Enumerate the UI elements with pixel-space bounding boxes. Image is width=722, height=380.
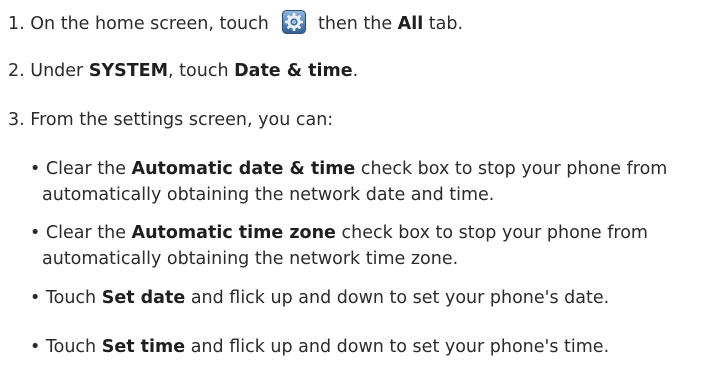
bullet-4-text-rest: and flick up and down to set your phone'… [190, 337, 610, 357]
bullet-3-text-rest: and flick up and down to set your phone'… [190, 288, 610, 308]
step-2-text: Under [30, 61, 84, 81]
bullet-marker: • [30, 337, 41, 357]
bullet-marker: • [30, 159, 41, 179]
bullet-item-4: • Touch Set time and flick up and down t… [30, 335, 609, 359]
system-section-label: SYSTEM [88, 61, 169, 81]
step-2-number: 2. [8, 61, 25, 81]
instruction-page: 1. On the home screen, touch then the Al… [0, 0, 722, 380]
settings-gear-icon [282, 10, 307, 34]
bullet-item-1-continuation: automatically obtaining the network date… [42, 185, 495, 205]
bullet-item-2-continuation: automatically obtaining the network time… [42, 249, 459, 269]
step-3-text: From the settings screen, you can: [30, 110, 334, 130]
step-2: 2. Under SYSTEM, touch Date & time. [8, 59, 358, 83]
step-2-text-touch: , touch [168, 61, 229, 81]
automatic-time-zone-label: Automatic time zone [131, 223, 336, 243]
bullet-1-text: Clear the [45, 159, 126, 179]
date-time-setting-label: Date & time [234, 61, 353, 81]
step-1: 1. On the home screen, touch then the Al… [8, 10, 463, 36]
bullet-marker: • [30, 223, 41, 243]
bullet-2-text-rest: check box to stop your phone from [341, 223, 648, 243]
all-tab-label: All [397, 14, 424, 34]
set-date-label: Set date [101, 288, 186, 308]
bullet-item-3: • Touch Set date and flick up and down t… [30, 286, 609, 310]
step-1-text-end: tab. [428, 14, 464, 34]
step-3-number: 3. [8, 110, 25, 130]
bullet-1-text-rest: check box to stop your phone from [360, 159, 668, 179]
bullet-3-text: Touch [45, 288, 97, 308]
bullet-item-2: • Clear the Automatic time zone check bo… [30, 221, 648, 245]
set-time-label: Set time [101, 337, 186, 357]
step-1-number: 1. [8, 14, 25, 34]
bullet-marker: • [30, 288, 41, 308]
bullet-4-text: Touch [45, 337, 97, 357]
step-3: 3. From the settings screen, you can: [8, 108, 333, 132]
automatic-date-time-label: Automatic date & time [131, 159, 356, 179]
bullet-item-1: • Clear the Automatic date & time check … [30, 157, 667, 181]
bullet-2-text: Clear the [45, 223, 126, 243]
step-2-text-end: . [352, 61, 359, 81]
step-1-text: On the home screen, touch [30, 14, 269, 34]
step-1-text-then: then the [318, 14, 393, 34]
